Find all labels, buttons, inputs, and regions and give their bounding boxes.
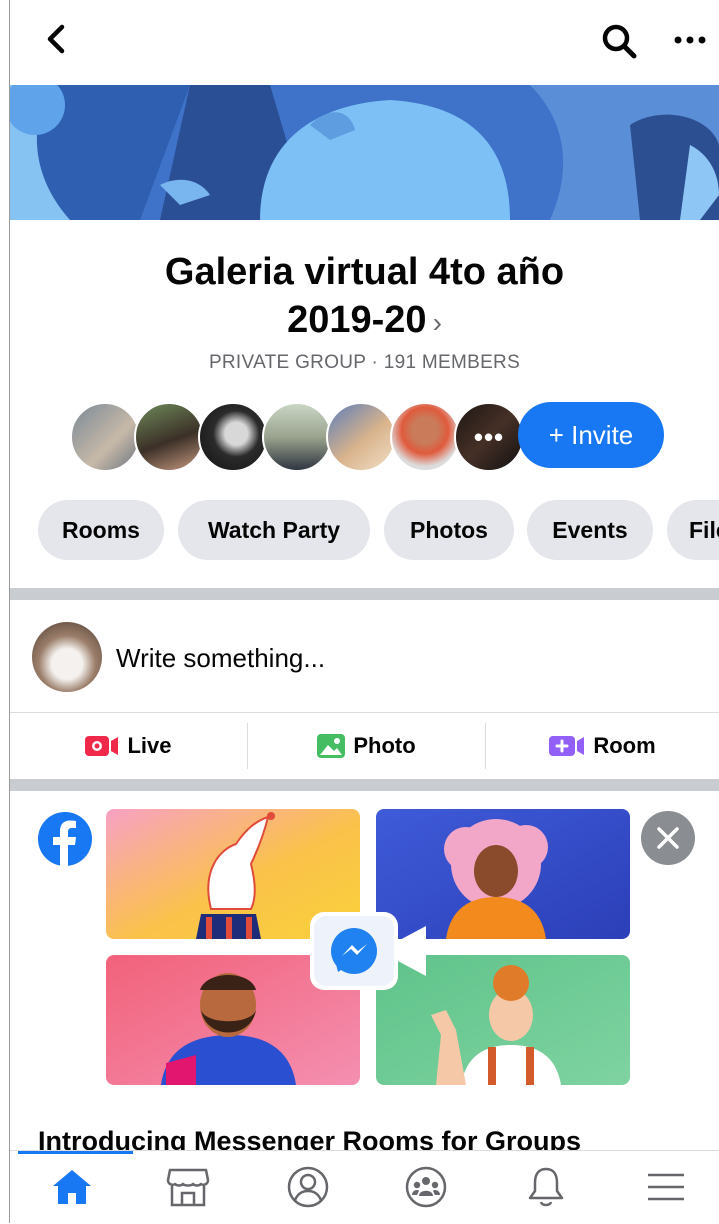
group-name[interactable]: Galeria virtual 4to año 2019-20 › <box>10 248 719 347</box>
avatar[interactable] <box>198 402 268 472</box>
live-label: Live <box>127 733 172 758</box>
photo-button[interactable]: Photo <box>248 713 485 779</box>
bottom-nav <box>10 1150 719 1224</box>
room-button[interactable]: Room <box>486 713 719 779</box>
chip-files[interactable]: Files <box>667 500 719 560</box>
nav-marketplace[interactable] <box>164 1165 212 1209</box>
group-cover-image[interactable] <box>10 85 719 220</box>
nav-home[interactable] <box>48 1165 96 1209</box>
chip-watch-party[interactable]: Watch Party <box>178 500 370 560</box>
avatar[interactable] <box>326 402 396 472</box>
composer-avatar[interactable] <box>32 622 102 692</box>
composer-actions: Live Photo Room <box>10 713 719 779</box>
group-name-line2: 2019-20 <box>287 299 427 341</box>
group-tabs: Rooms Watch Party Photos Events Files <box>38 500 719 560</box>
more-members-label: ••• <box>456 404 522 470</box>
chip-events[interactable]: Events <box>527 500 653 560</box>
search-icon[interactable] <box>600 22 640 62</box>
chip-rooms[interactable]: Rooms <box>38 500 164 560</box>
facebook-logo-icon <box>38 812 92 866</box>
messenger-rooms-icon <box>310 912 426 990</box>
groups-icon <box>405 1166 447 1208</box>
invite-button[interactable]: + Invite <box>518 402 664 468</box>
section-divider <box>10 779 719 791</box>
back-chevron-icon[interactable] <box>40 22 74 56</box>
room-label: Room <box>593 733 656 758</box>
avatar[interactable] <box>262 402 332 472</box>
profile-icon <box>287 1166 329 1208</box>
close-icon[interactable] <box>641 811 695 865</box>
live-video-icon <box>85 736 119 756</box>
photo-label: Photo <box>353 733 416 758</box>
avatar-more-members[interactable]: ••• <box>454 402 524 472</box>
write-something-input[interactable]: Write something... <box>116 643 325 674</box>
nav-menu[interactable] <box>642 1165 690 1209</box>
room-icon <box>549 736 585 756</box>
home-icon <box>53 1170 91 1204</box>
avatar[interactable] <box>70 402 140 472</box>
chip-photos[interactable]: Photos <box>384 500 514 560</box>
nav-groups[interactable] <box>402 1165 450 1209</box>
group-name-line1: Galeria virtual 4to año <box>164 251 565 293</box>
nav-active-indicator <box>18 1151 133 1154</box>
section-divider <box>10 588 719 600</box>
menu-icon <box>648 1173 684 1201</box>
group-name-chevron-icon: › <box>432 307 442 338</box>
avatar[interactable] <box>134 402 204 472</box>
notifications-icon <box>528 1167 564 1207</box>
more-options-icon[interactable] <box>670 26 710 54</box>
avatar[interactable] <box>390 402 460 472</box>
nav-profile[interactable] <box>284 1165 332 1209</box>
photo-icon <box>317 734 346 758</box>
group-meta: PRIVATE GROUP · 191 MEMBERS <box>208 352 521 373</box>
nav-notifications[interactable] <box>522 1165 570 1209</box>
live-button[interactable]: Live <box>10 713 247 779</box>
marketplace-icon <box>166 1168 210 1207</box>
top-bar <box>10 0 719 85</box>
